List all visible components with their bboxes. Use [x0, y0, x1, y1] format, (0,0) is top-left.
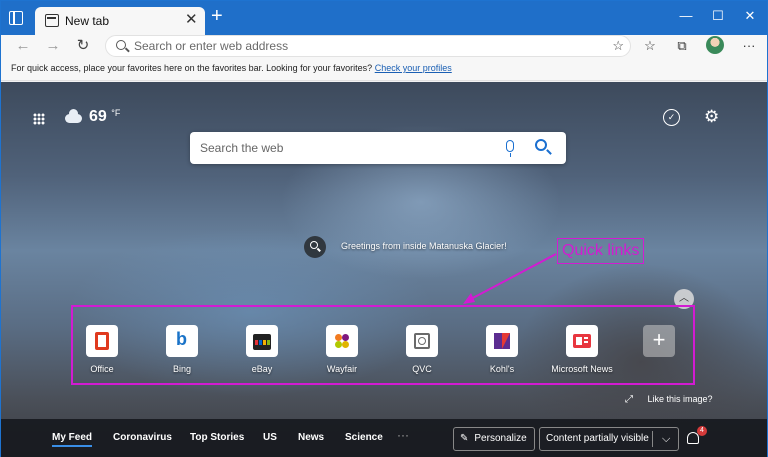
content-visibility-value: Content partially visible	[546, 433, 649, 444]
temperature-value: 69	[89, 108, 107, 125]
wayfair-icon	[326, 325, 358, 357]
address-input[interactable]	[134, 39, 574, 53]
personalize-button[interactable]: ✎ Personalize	[453, 427, 535, 451]
more-tabs-icon[interactable]: ···	[397, 428, 409, 442]
quick-link-label: Bing	[172, 364, 191, 374]
title-bar: New tab ✕ + — ☐ ✕	[1, 1, 767, 35]
quick-link-label: QVC	[412, 364, 432, 374]
quick-link-qvc[interactable]: QVC	[387, 325, 457, 374]
tab-news[interactable]: News	[298, 432, 324, 443]
quick-link-label: Office	[90, 364, 114, 374]
minimize-button[interactable]: —	[671, 6, 701, 28]
address-toolbar: ← → ↻ ☆ ☆ ⧉ ···	[1, 35, 767, 57]
tab-close-icon[interactable]: ✕	[185, 12, 198, 27]
quick-link-microsoft-news[interactable]: Microsoft News	[547, 325, 617, 374]
collections-icon[interactable]: ⧉	[671, 36, 693, 56]
ebay-icon	[246, 325, 278, 357]
chevron-down-icon: ⌵	[662, 433, 671, 445]
content-visibility-select[interactable]: Content partially visible ⌵	[539, 427, 679, 451]
more-menu-icon[interactable]: ···	[738, 36, 760, 56]
maximize-button[interactable]: ☐	[703, 6, 733, 28]
back-button[interactable]: ←	[13, 36, 33, 56]
tab-title: New tab	[65, 14, 110, 28]
quick-link-label: Microsoft News	[551, 364, 613, 374]
rewards-icon[interactable]: ✓	[663, 109, 680, 126]
quick-links-annotation: Quick links	[557, 238, 645, 264]
tab-us[interactable]: US	[263, 432, 277, 443]
image-greeting[interactable]: Greetings from inside Matanuska Glacier!	[341, 241, 507, 251]
quick-link-wayfair[interactable]: Wayfair	[307, 325, 377, 374]
search-icon	[116, 40, 126, 50]
select-divider	[652, 431, 653, 447]
temperature-unit: °F	[111, 108, 121, 118]
forward-button[interactable]: →	[43, 36, 63, 56]
favorites-bar-text: For quick access, place your favorites h…	[11, 63, 373, 73]
new-tab-favicon-icon	[45, 14, 59, 27]
msn-icon	[566, 325, 598, 357]
microphone-icon[interactable]	[506, 140, 514, 157]
browser-window: New tab ✕ + — ☐ ✕ ← → ↻ ☆ ☆ ⧉ ··· For qu…	[0, 0, 768, 457]
quick-link-label: Kohl's	[489, 364, 515, 374]
personalize-label: Personalize	[474, 433, 527, 444]
office-icon	[86, 325, 118, 357]
bing-icon: b	[166, 325, 198, 357]
temperature: 69 °F	[89, 108, 120, 126]
app-launcher-icon[interactable]	[33, 113, 45, 125]
like-image-prompt[interactable]: ⤢ Like this image?	[625, 394, 713, 405]
quick-link-label: Wayfair	[326, 364, 358, 374]
news-feed-bar: My Feed Coronavirus Top Stories US News …	[1, 419, 767, 457]
check-profiles-link[interactable]: Check your profiles	[375, 63, 452, 73]
quick-links-section: Office b Bing eBay Wayfair QVC Kohl's Mi…	[71, 305, 695, 385]
quick-link-ebay[interactable]: eBay	[227, 325, 297, 374]
gear-icon[interactable]: ⚙	[704, 108, 719, 125]
avatar[interactable]	[706, 36, 724, 54]
web-search-input[interactable]	[200, 140, 490, 156]
cloud-icon	[65, 109, 82, 123]
qvc-icon	[406, 325, 438, 357]
address-bar[interactable]: ☆	[105, 35, 631, 57]
tab-actions-icon[interactable]	[9, 11, 23, 25]
search-go-icon[interactable]	[535, 139, 547, 151]
expand-icon: ⤢	[625, 394, 633, 405]
quick-link-bing[interactable]: b Bing	[147, 325, 217, 374]
new-tab-page: 69 °F ✓ ⚙ Greetings from inside Matanusk…	[1, 82, 767, 457]
favorites-bar: For quick access, place your favorites h…	[1, 57, 767, 81]
close-window-button[interactable]: ✕	[735, 6, 765, 28]
add-favorite-icon[interactable]: ☆	[612, 38, 624, 54]
refresh-button[interactable]: ↻	[73, 36, 93, 56]
new-tab-button[interactable]: +	[211, 6, 223, 26]
magnifier-icon	[310, 241, 318, 249]
quick-link-kohls[interactable]: Kohl's	[467, 325, 537, 374]
image-info-button[interactable]	[304, 236, 326, 258]
tab-my-feed[interactable]: My Feed	[52, 432, 93, 447]
pencil-icon: ✎	[460, 433, 469, 444]
add-quick-link-button[interactable]: +	[643, 325, 675, 357]
quick-link-office[interactable]: Office	[67, 325, 137, 374]
notification-badge: 4	[697, 426, 707, 436]
like-image-text: Like this image?	[647, 394, 713, 404]
web-search-box[interactable]	[190, 132, 566, 164]
favorites-bar-message: For quick access, place your favorites h…	[11, 63, 452, 73]
tab-new-tab[interactable]: New tab ✕	[35, 7, 205, 35]
tab-coronavirus[interactable]: Coronavirus	[113, 432, 172, 443]
favorites-icon[interactable]: ☆	[639, 36, 661, 56]
kohls-icon	[486, 325, 518, 357]
tab-science[interactable]: Science	[345, 432, 383, 443]
tab-top-stories[interactable]: Top Stories	[190, 432, 244, 443]
quick-link-label: eBay	[251, 364, 273, 374]
